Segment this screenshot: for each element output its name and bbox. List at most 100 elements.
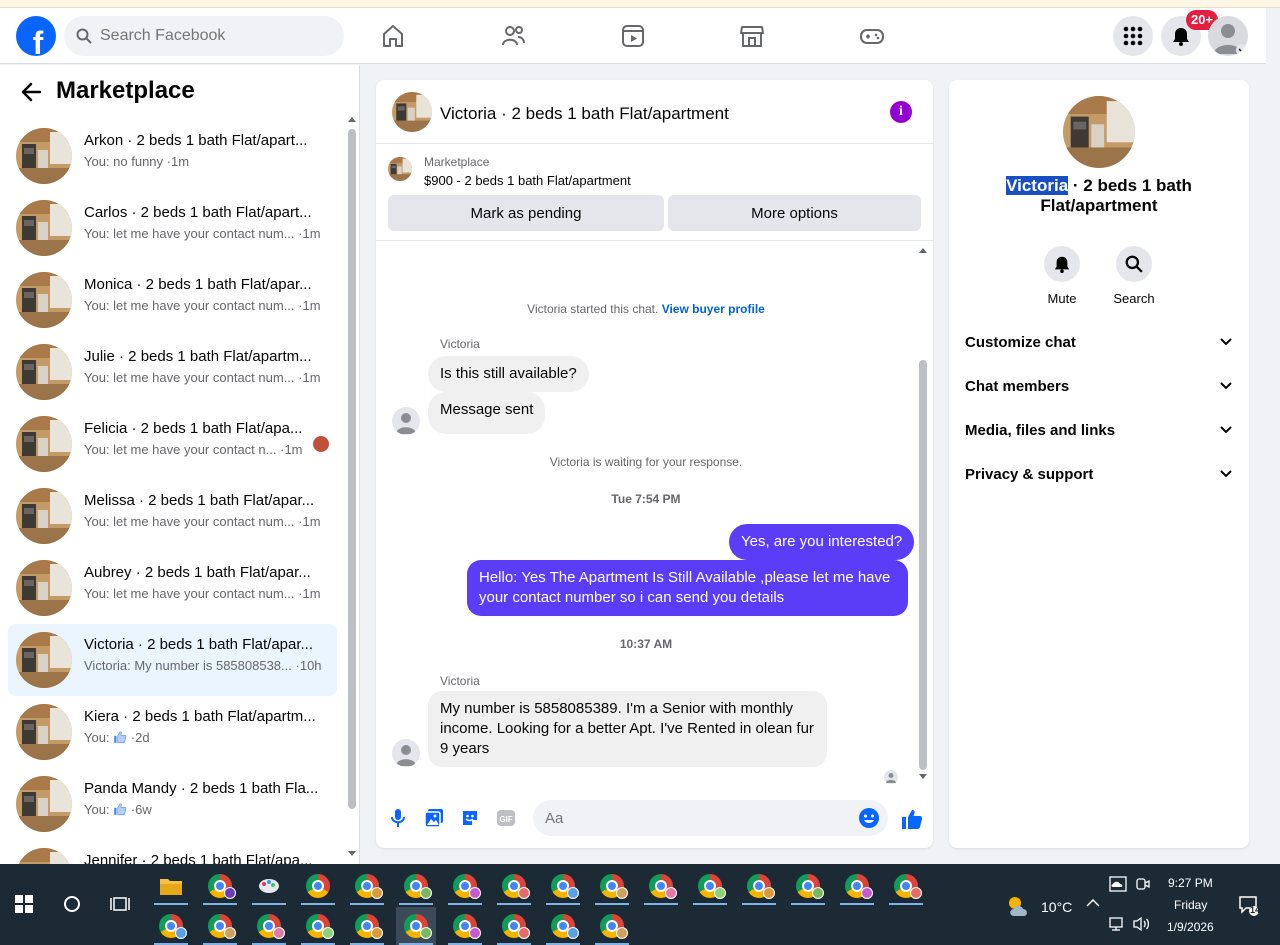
listing-avatar[interactable] <box>392 92 432 132</box>
gif-icon[interactable]: GIF <box>496 808 516 828</box>
cortana-search-icon[interactable] <box>52 885 92 923</box>
chat-title[interactable]: Victoria · 2 beds 1 bath Flat/apartment <box>440 104 729 124</box>
search-input[interactable] <box>100 27 320 45</box>
gaming-icon[interactable] <box>856 20 888 52</box>
sticker-icon[interactable] <box>460 808 480 828</box>
chrome-icon[interactable] <box>396 867 436 905</box>
mute-button[interactable]: Mute <box>1032 246 1092 306</box>
info-icon[interactable]: i <box>890 101 912 123</box>
conversation-thumbnail <box>16 776 72 832</box>
details-section-chat-members[interactable]: Chat members <box>965 364 1233 408</box>
view-buyer-profile-link[interactable]: View buyer profile <box>662 302 765 316</box>
file-explorer-icon[interactable] <box>151 867 191 905</box>
conversation-snippet: You: let me have your contact num... ·1m <box>84 586 321 601</box>
conversation-item[interactable]: Jennifer · 2 beds 1 bath Flat/apa... <box>8 840 337 864</box>
conversation-item[interactable]: Melissa · 2 beds 1 bath Flat/apar... You:… <box>8 480 337 552</box>
menu-grid-button[interactable] <box>1113 16 1153 56</box>
chrome-icon[interactable] <box>347 867 387 905</box>
home-icon[interactable] <box>377 20 409 52</box>
outgoing-message[interactable]: Yes, are you interested? <box>729 524 915 560</box>
top-strip <box>0 0 1280 8</box>
chrome-icon[interactable] <box>298 867 338 905</box>
chevron-up-icon[interactable] <box>1086 897 1100 911</box>
more-options-button[interactable]: More options <box>668 195 921 231</box>
conversation-item[interactable]: Arkon · 2 beds 1 bath Flat/apart... You: … <box>8 120 337 192</box>
clock-time[interactable]: 9:27 PM <box>1168 876 1213 890</box>
conversation-item[interactable]: Felicia · 2 beds 1 bath Flat/apa... You: … <box>8 408 337 480</box>
chat-scrollbar[interactable] <box>917 242 929 784</box>
chrome-icon[interactable] <box>788 867 828 905</box>
incoming-message[interactable]: My number is 5858085389. I'm a Senior wi… <box>428 691 827 767</box>
chrome-icon[interactable] <box>837 867 877 905</box>
meet-now-icon[interactable] <box>1136 876 1150 895</box>
chrome-icon[interactable] <box>543 867 583 905</box>
network-icon[interactable] <box>1109 916 1127 935</box>
conversation-item[interactable]: Victoria · 2 beds 1 bath Flat/apar... Vic… <box>8 624 337 696</box>
chrome-icon[interactable] <box>445 867 485 905</box>
temperature[interactable]: 10°C <box>1041 899 1072 915</box>
paint-app-icon[interactable] <box>249 867 289 905</box>
chrome-icon[interactable] <box>592 867 632 905</box>
conversation-item[interactable]: Carlos · 2 beds 1 bath Flat/apart... You:… <box>8 192 337 264</box>
chrome-icon[interactable] <box>445 907 485 945</box>
search-box[interactable] <box>64 16 344 56</box>
account-avatar[interactable] <box>1208 16 1248 56</box>
search-conversation-button[interactable]: Search <box>1104 246 1164 306</box>
emoji-icon[interactable] <box>858 807 880 829</box>
marketplace-icon[interactable] <box>736 20 768 52</box>
name-highlight[interactable]: Victoria <box>1006 176 1069 195</box>
chrome-icon[interactable] <box>494 867 534 905</box>
details-section-privacy-support[interactable]: Privacy & support <box>965 452 1233 496</box>
incoming-message[interactable]: Message sent <box>428 392 546 434</box>
facebook-logo[interactable]: f <box>16 16 56 56</box>
chrome-icon[interactable] <box>396 907 436 945</box>
clock-day[interactable]: Friday <box>1174 898 1207 912</box>
listing-thumbnail[interactable] <box>388 157 412 181</box>
video-icon[interactable] <box>617 20 649 52</box>
clock-date[interactable]: 1/9/2026 <box>1167 920 1214 934</box>
conversation-item[interactable]: Monica · 2 beds 1 bath Flat/apar... You: … <box>8 264 337 336</box>
chrome-icon[interactable] <box>592 907 632 945</box>
message-input[interactable] <box>545 809 845 827</box>
conversation-thumbnail <box>16 344 72 400</box>
chrome-icon[interactable] <box>200 867 240 905</box>
friends-icon[interactable] <box>497 20 529 52</box>
onedrive-icon[interactable] <box>1109 876 1127 895</box>
action-center-icon[interactable]: 14 <box>1238 894 1260 919</box>
chrome-icon[interactable] <box>298 907 338 945</box>
details-section-media-files-and-links[interactable]: Media, files and links <box>965 408 1233 452</box>
chrome-icon[interactable] <box>543 907 583 945</box>
task-view-icon[interactable] <box>100 885 140 923</box>
incoming-message[interactable]: Is this still available? <box>428 356 589 392</box>
chrome-icon[interactable] <box>494 907 534 945</box>
chrome-icon[interactable] <box>641 867 681 905</box>
mark-as-pending-button[interactable]: Mark as pending <box>388 195 664 231</box>
chrome-icon[interactable] <box>886 867 926 905</box>
volume-icon[interactable] <box>1133 916 1151 935</box>
page-scrollbar[interactable] <box>1266 8 1280 864</box>
conversation-item[interactable]: Panda Mandy · 2 beds 1 bath Fla... You: ·… <box>8 768 337 840</box>
listing-large-avatar[interactable] <box>1063 96 1135 168</box>
chrome-icon[interactable] <box>249 907 289 945</box>
conversation-thumbnail <box>16 704 72 760</box>
chrome-icon[interactable] <box>690 867 730 905</box>
back-arrow-icon[interactable] <box>20 81 42 108</box>
windows-start-icon[interactable] <box>4 885 44 923</box>
listing-price-title[interactable]: $900 - 2 beds 1 bath Flat/apartment <box>424 173 631 188</box>
message-input-box[interactable] <box>533 800 888 836</box>
chrome-icon[interactable] <box>739 867 779 905</box>
weather-icon[interactable] <box>1006 894 1032 921</box>
conversation-list-scrollbar[interactable] <box>347 115 357 860</box>
conversation-snippet: You: let me have your contact num... ·1m <box>84 298 321 313</box>
like-thumbs-up-icon[interactable] <box>900 807 924 831</box>
conversation-item[interactable]: Kiera · 2 beds 1 bath Flat/apartm... You:… <box>8 696 337 768</box>
outgoing-message[interactable]: Hello: Yes The Apartment Is Still Availa… <box>467 560 908 616</box>
details-section-customize-chat[interactable]: Customize chat <box>965 320 1233 364</box>
conversation-item[interactable]: Aubrey · 2 beds 1 bath Flat/apar... You: … <box>8 552 337 624</box>
microphone-icon[interactable] <box>388 808 408 828</box>
conversation-item[interactable]: Julie · 2 beds 1 bath Flat/apartm... You:… <box>8 336 337 408</box>
chrome-icon[interactable] <box>347 907 387 945</box>
photo-icon[interactable] <box>424 808 444 828</box>
chrome-icon[interactable] <box>151 907 191 945</box>
chrome-icon[interactable] <box>200 907 240 945</box>
